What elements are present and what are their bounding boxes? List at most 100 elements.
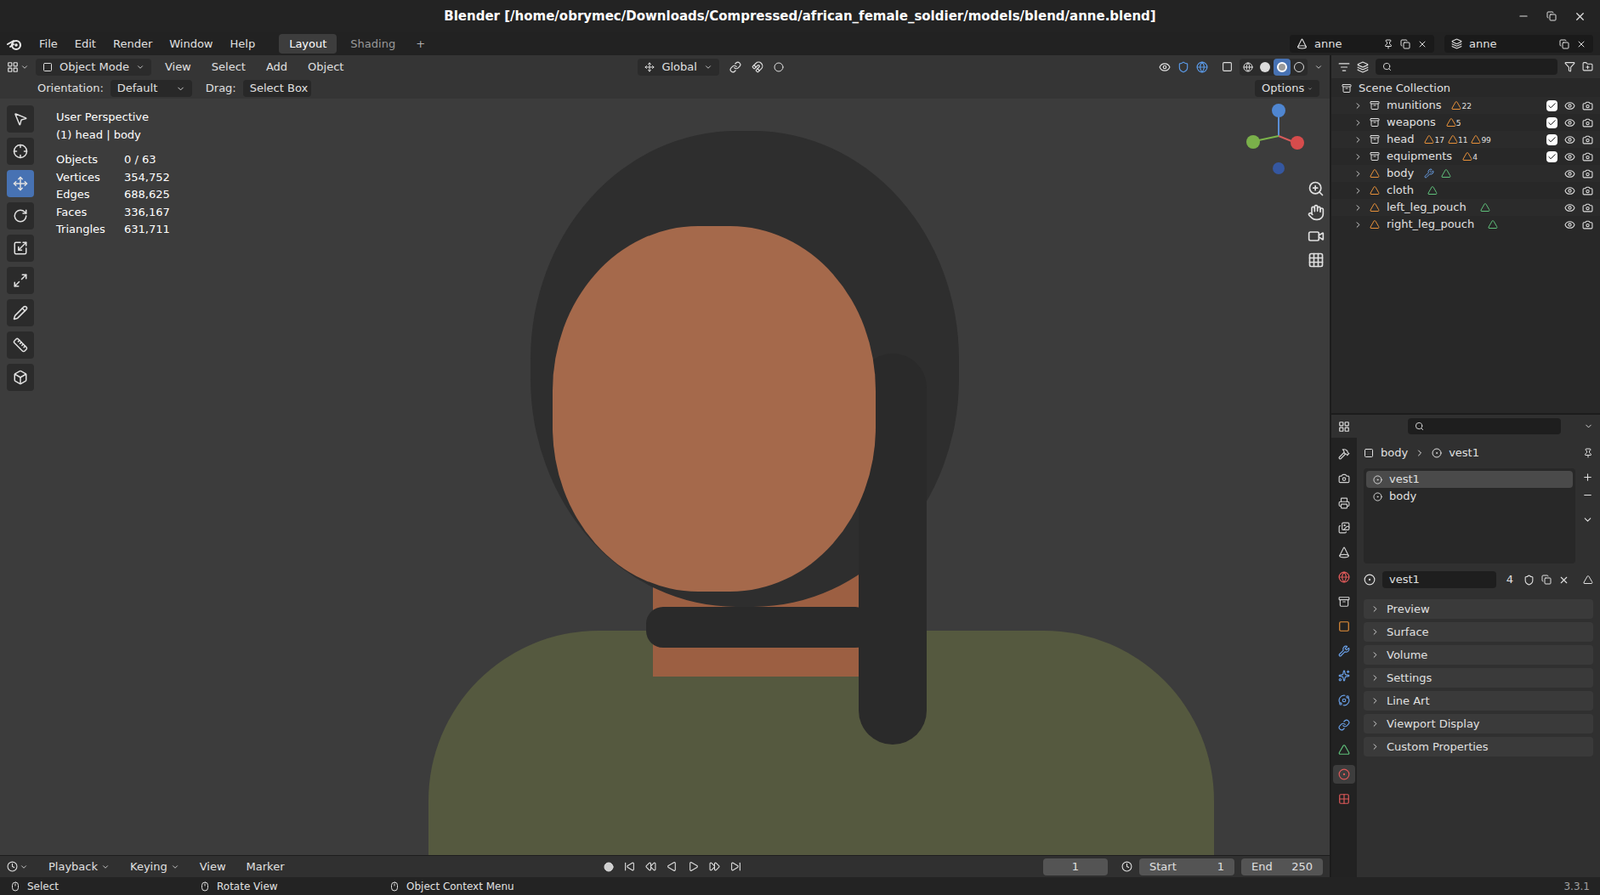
orientation-dropdown[interactable]: Global bbox=[637, 58, 719, 76]
exclude-checkbox[interactable] bbox=[1546, 117, 1558, 129]
new-collection-icon[interactable] bbox=[1582, 61, 1594, 73]
properties-editor-icon[interactable] bbox=[1338, 420, 1351, 433]
expand-icon[interactable] bbox=[1353, 101, 1363, 111]
zoom-icon[interactable] bbox=[1307, 180, 1325, 198]
properties-tab[interactable] bbox=[1333, 740, 1356, 760]
preview-range-icon[interactable] bbox=[1121, 861, 1133, 873]
scene-selector[interactable]: anne bbox=[1289, 34, 1435, 53]
proportional-edit-icon[interactable] bbox=[773, 62, 784, 73]
material-name-field[interactable]: vest1 bbox=[1382, 571, 1497, 589]
tool-button[interactable] bbox=[6, 234, 35, 262]
remove-scene-icon[interactable] bbox=[1417, 39, 1428, 50]
timeline-menu[interactable]: Playback bbox=[41, 858, 117, 876]
mesh-data-icon[interactable] bbox=[1487, 219, 1498, 230]
auto-keying-icon[interactable] bbox=[603, 862, 614, 873]
expand-icon[interactable] bbox=[1353, 203, 1363, 213]
remove-slot-icon[interactable] bbox=[1582, 489, 1594, 501]
previous-keyframe-icon[interactable] bbox=[645, 861, 657, 873]
timeline-menu[interactable]: Marker bbox=[239, 858, 292, 876]
unlink-material-icon[interactable] bbox=[1558, 574, 1570, 586]
end-frame-field[interactable]: End250 bbox=[1241, 858, 1323, 876]
visibility-icon[interactable] bbox=[1564, 219, 1576, 231]
pan-icon[interactable] bbox=[1307, 204, 1325, 222]
pin-icon[interactable] bbox=[1582, 448, 1594, 459]
minimize-icon[interactable] bbox=[1517, 10, 1530, 23]
mesh-data-icon[interactable] bbox=[1441, 168, 1452, 179]
jump-start-icon[interactable] bbox=[624, 861, 636, 873]
menu-item[interactable]: Window bbox=[162, 35, 220, 53]
slot-specials-icon[interactable] bbox=[1582, 514, 1594, 526]
new-view-layer-icon[interactable] bbox=[1559, 39, 1570, 50]
visibility-icon[interactable] bbox=[1564, 185, 1576, 197]
blender-logo-icon[interactable] bbox=[6, 36, 23, 52]
properties-tab[interactable] bbox=[1333, 691, 1356, 710]
outliner-row[interactable]: head171199 bbox=[1331, 130, 1600, 148]
render-toggle-icon[interactable] bbox=[1582, 219, 1594, 231]
jump-end-icon[interactable] bbox=[730, 861, 742, 873]
tool-button[interactable] bbox=[6, 299, 35, 327]
navigation-gizmo-icon[interactable] bbox=[1236, 98, 1313, 176]
browse-material-icon[interactable] bbox=[1363, 573, 1376, 586]
duplicate-material-icon[interactable] bbox=[1541, 574, 1552, 585]
visibility-icon[interactable] bbox=[1564, 151, 1576, 163]
expand-icon[interactable] bbox=[1353, 135, 1363, 145]
shading-mode-button[interactable] bbox=[1256, 58, 1274, 76]
close-icon[interactable] bbox=[1573, 10, 1587, 23]
display-mode-icon[interactable] bbox=[1356, 61, 1369, 74]
properties-panel[interactable]: Preview bbox=[1363, 599, 1594, 619]
tool-button[interactable] bbox=[6, 170, 35, 198]
play-icon[interactable] bbox=[687, 861, 699, 873]
visibility-icon[interactable] bbox=[1564, 117, 1576, 129]
scene-collection-row[interactable]: Scene Collection bbox=[1331, 79, 1600, 97]
properties-tab[interactable] bbox=[1333, 765, 1356, 784]
properties-tab[interactable] bbox=[1333, 469, 1356, 488]
viewport-menu[interactable]: Add bbox=[259, 58, 295, 76]
properties-panel[interactable]: Surface bbox=[1363, 622, 1594, 642]
render-toggle-icon[interactable] bbox=[1582, 134, 1594, 146]
workspace-tab[interactable]: Shading bbox=[340, 34, 406, 55]
overlays-icon[interactable] bbox=[1196, 61, 1209, 74]
outliner-row[interactable]: cloth bbox=[1331, 181, 1600, 199]
perspective-toggle-icon[interactable] bbox=[1307, 251, 1325, 269]
render-toggle-icon[interactable] bbox=[1582, 185, 1594, 197]
start-frame-field[interactable]: Start1 bbox=[1139, 858, 1235, 876]
material-slot[interactable]: vest1 bbox=[1366, 470, 1573, 488]
properties-tab[interactable] bbox=[1333, 518, 1356, 538]
expand-icon[interactable] bbox=[1353, 152, 1363, 162]
properties-tab[interactable] bbox=[1333, 543, 1356, 562]
options-icon[interactable] bbox=[1583, 421, 1594, 432]
drag-setting[interactable]: Select Box bbox=[243, 79, 312, 97]
add-slot-icon[interactable] bbox=[1582, 471, 1594, 483]
mesh-data-icon[interactable] bbox=[1480, 202, 1491, 213]
menu-item[interactable]: File bbox=[32, 35, 65, 53]
viewport-menu[interactable]: Select bbox=[204, 58, 253, 76]
render-toggle-icon[interactable] bbox=[1582, 100, 1594, 112]
camera-view-icon[interactable] bbox=[1307, 227, 1325, 245]
restore-icon[interactable] bbox=[1546, 11, 1557, 22]
properties-panel[interactable]: Custom Properties bbox=[1363, 737, 1594, 757]
properties-tab[interactable] bbox=[1333, 567, 1356, 587]
workspace-tab[interactable]: Layout bbox=[278, 34, 337, 55]
outliner-row[interactable]: munitions22 bbox=[1331, 96, 1600, 114]
properties-tab[interactable] bbox=[1333, 789, 1356, 809]
orientation-setting[interactable]: Default bbox=[110, 79, 193, 97]
visibility-icon[interactable] bbox=[1564, 100, 1576, 112]
editor-type-button[interactable] bbox=[6, 61, 29, 74]
tool-button[interactable] bbox=[6, 331, 35, 359]
render-toggle-icon[interactable] bbox=[1582, 117, 1594, 129]
properties-panel[interactable]: Settings bbox=[1363, 668, 1594, 688]
properties-panel[interactable]: Viewport Display bbox=[1363, 714, 1594, 734]
properties-tab[interactable] bbox=[1333, 592, 1356, 612]
properties-search[interactable] bbox=[1407, 418, 1561, 435]
menu-item[interactable]: Help bbox=[223, 35, 263, 53]
properties-tab[interactable] bbox=[1333, 617, 1356, 636]
outliner-row[interactable]: body bbox=[1331, 164, 1600, 182]
outliner-editor-icon[interactable] bbox=[1338, 61, 1351, 74]
mesh-data-icon[interactable] bbox=[1427, 185, 1438, 196]
remove-view-layer-icon[interactable] bbox=[1576, 39, 1587, 50]
3d-viewport[interactable]: User Perspective(1) head | bodyObjects0 … bbox=[0, 98, 1330, 856]
outliner-row[interactable]: equipments4 bbox=[1331, 147, 1600, 165]
menu-item[interactable]: Edit bbox=[68, 35, 103, 53]
material-slot[interactable]: body bbox=[1366, 487, 1573, 505]
outliner-row[interactable]: left_leg_pouch bbox=[1331, 198, 1600, 216]
